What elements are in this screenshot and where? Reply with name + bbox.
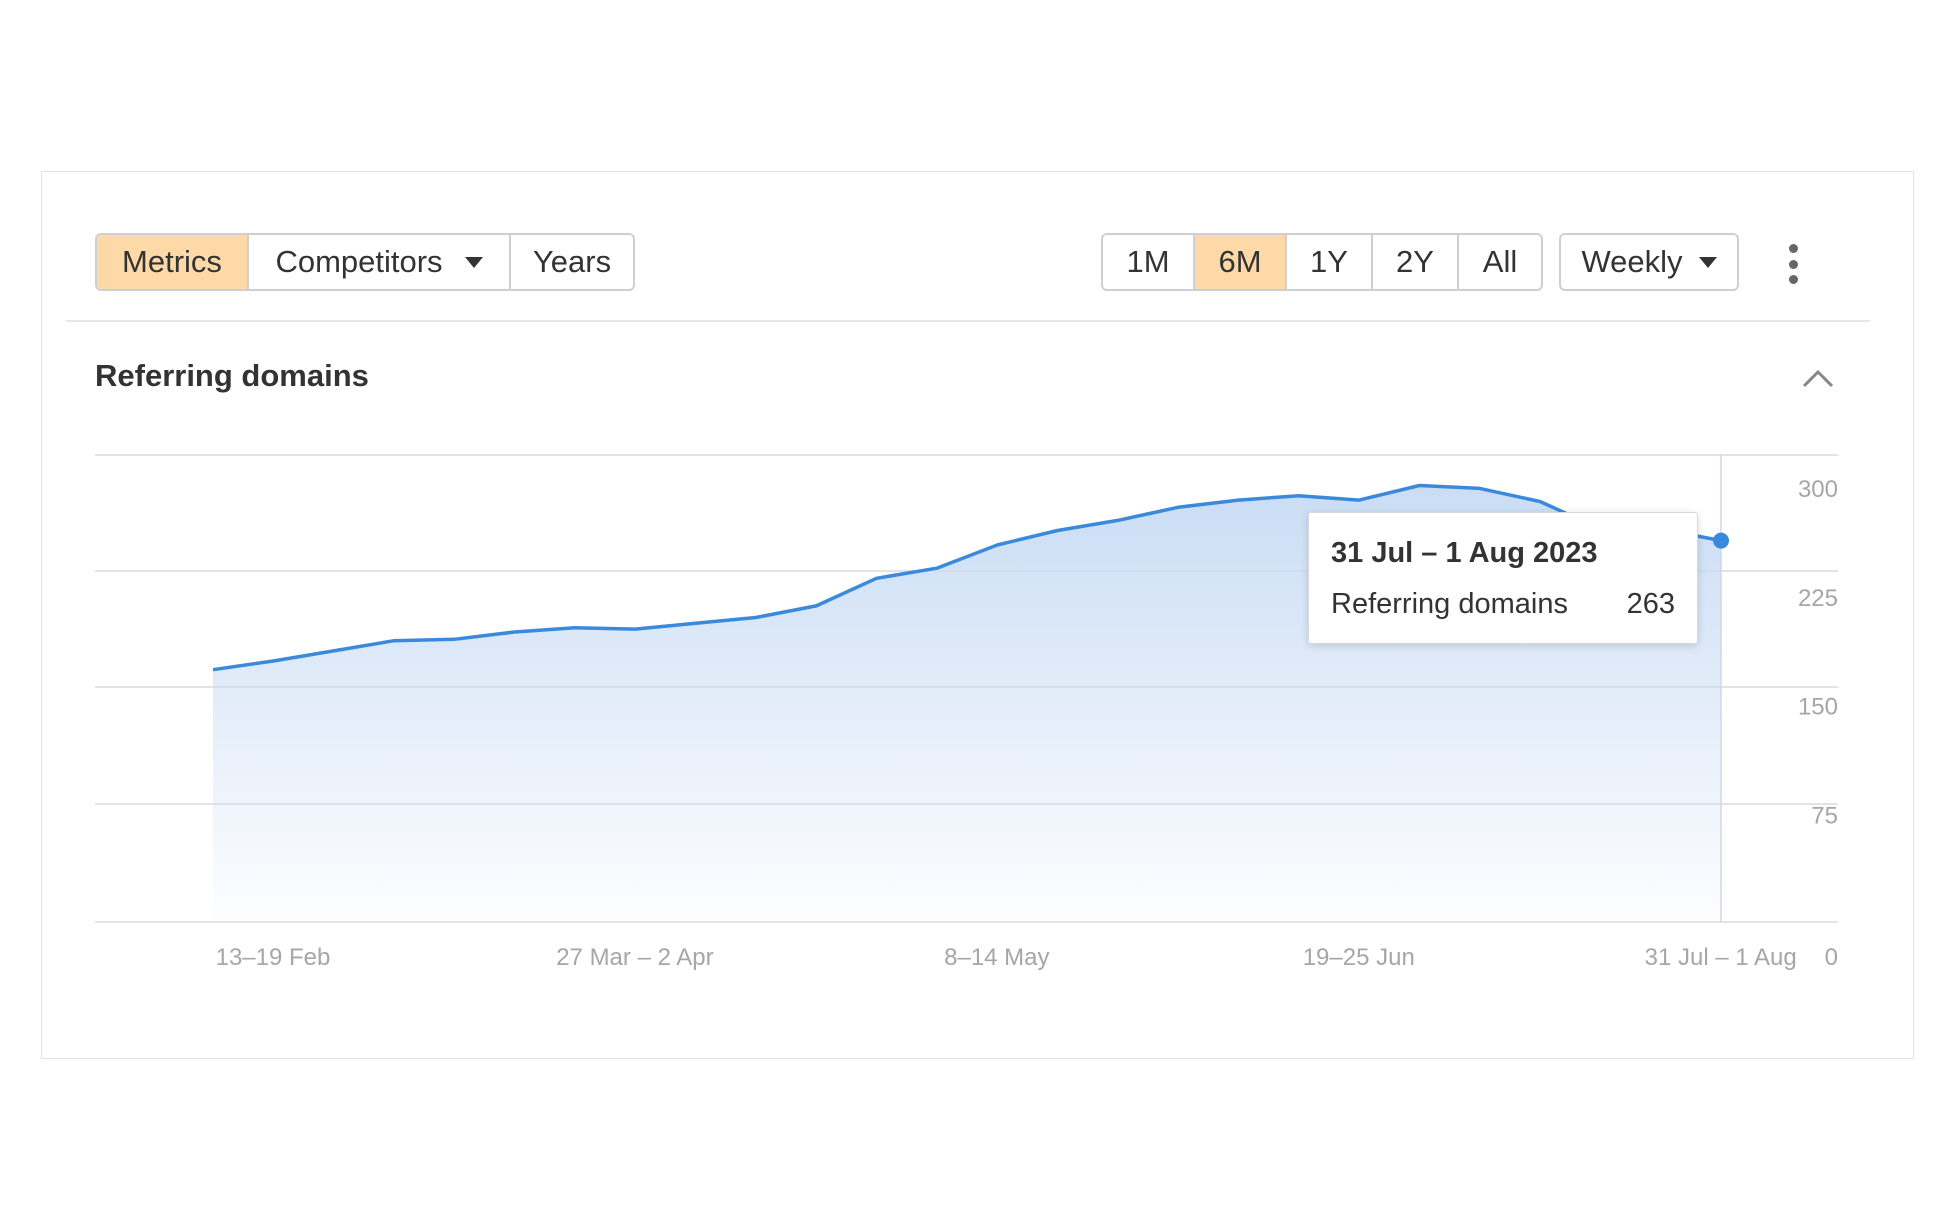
y-tick-label: 0 [1825,944,1838,971]
x-tick-label: 13–19 Feb [216,944,331,971]
tooltip-row: Referring domains 263 [1331,588,1675,621]
y-tick-label: 300 [1798,476,1838,503]
x-tick-label: 8–14 May [944,944,1049,971]
tooltip-title: 31 Jul – 1 Aug 2023 [1331,537,1598,569]
y-tick-label: 225 [1798,585,1838,612]
chart-tooltip: 31 Jul – 1 Aug 2023 Referring domains 26… [1308,512,1698,644]
tooltip-metric-value: 263 [1626,588,1675,620]
tooltip-metric-label: Referring domains [1331,588,1568,620]
y-tick-label: 75 [1811,802,1838,829]
highlight-point[interactable] [1713,532,1729,549]
x-tick-label: 19–25 Jun [1303,944,1415,971]
x-tick-label: 27 Mar – 2 Apr [556,944,713,971]
y-tick-label: 150 [1798,694,1838,721]
x-tick-label: 31 Jul – 1 Aug [1645,944,1797,971]
